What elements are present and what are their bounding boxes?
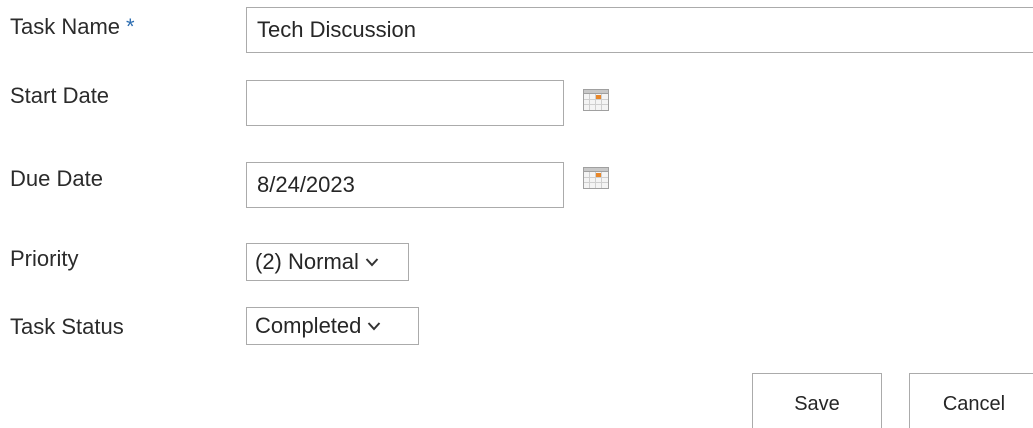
- task-status-selected-value: Completed: [255, 313, 362, 338]
- save-button[interactable]: Save: [752, 373, 882, 428]
- task-status-select[interactable]: Completed: [246, 307, 419, 345]
- cancel-button[interactable]: Cancel: [909, 373, 1033, 428]
- priority-select[interactable]: (2) Normal: [246, 243, 409, 281]
- start-date-input[interactable]: [246, 80, 564, 126]
- calendar-icon[interactable]: [583, 167, 609, 189]
- chevron-down-icon: [368, 322, 381, 331]
- priority-label: Priority: [10, 246, 79, 271]
- task-name-label: Task Name *: [10, 14, 135, 40]
- start-date-label: Start Date: [10, 83, 110, 108]
- required-marker: *: [126, 14, 135, 39]
- task-name-label-text: Task Name: [10, 14, 121, 39]
- due-date-label: Due Date: [10, 166, 103, 191]
- priority-selected-value: (2) Normal: [255, 249, 359, 274]
- calendar-icon[interactable]: [583, 89, 609, 111]
- task-status-label: Task Status: [10, 314, 124, 339]
- chevron-down-icon: [365, 258, 379, 267]
- due-date-input[interactable]: [246, 162, 564, 208]
- task-name-input[interactable]: [246, 7, 1033, 53]
- task-edit-form: Task Name* Start Date Due Date Priorit: [0, 0, 1033, 428]
